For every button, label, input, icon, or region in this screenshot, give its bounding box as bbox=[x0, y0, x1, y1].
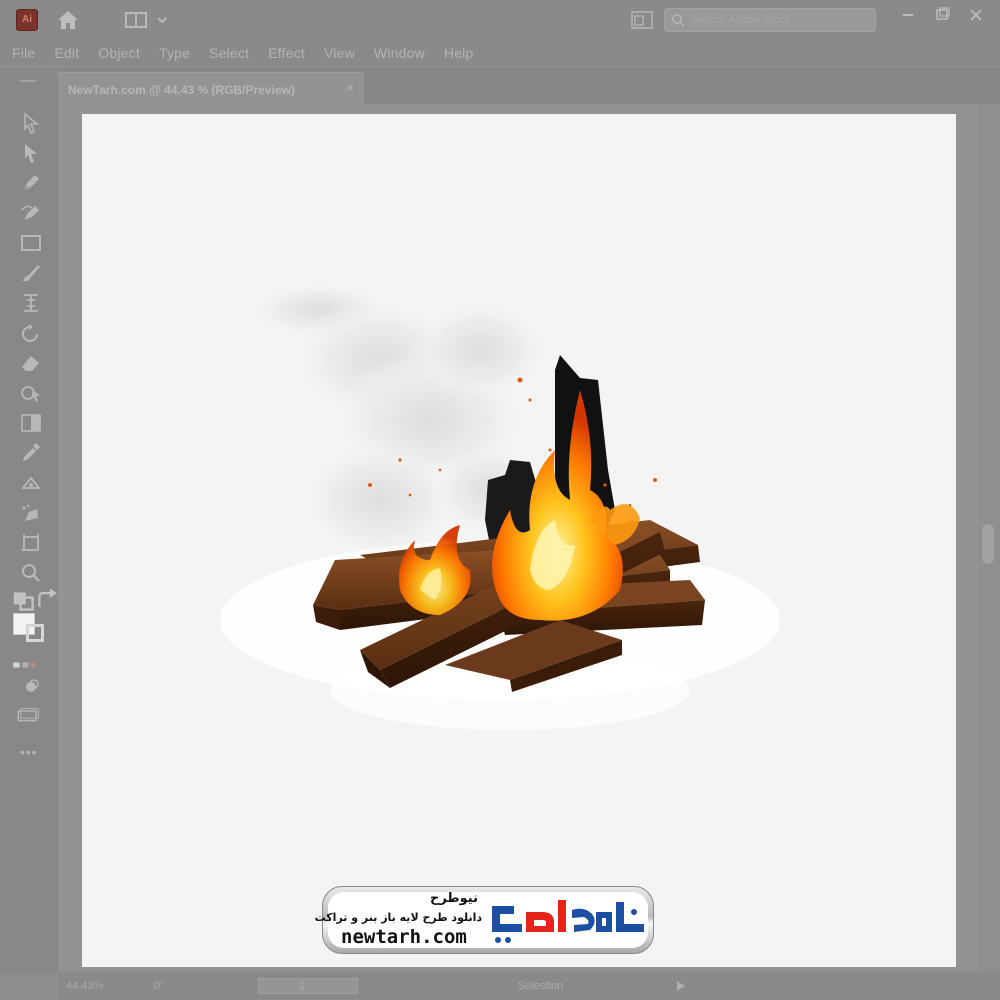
zoom-tool-icon[interactable] bbox=[19, 562, 43, 584]
workspace-switcher[interactable] bbox=[124, 9, 174, 31]
document-tab-bar: NewTarh.com @ 44.43 % (RGB/Preview) × bbox=[58, 68, 1000, 104]
campfire-illustration[interactable] bbox=[210, 270, 790, 770]
menu-file[interactable]: File bbox=[12, 45, 35, 61]
restore-icon[interactable] bbox=[932, 6, 952, 24]
direct-selection-tool-icon[interactable] bbox=[19, 142, 43, 164]
search-stock-field[interactable] bbox=[664, 8, 876, 32]
menu-effect[interactable]: Effect bbox=[268, 45, 305, 61]
stroke-color-swatch[interactable] bbox=[26, 624, 44, 642]
rectangle-tool-icon[interactable] bbox=[19, 232, 43, 254]
menu-view[interactable]: View bbox=[324, 45, 355, 61]
rotate-tool-icon[interactable] bbox=[19, 322, 43, 344]
menu-object[interactable]: Object bbox=[98, 45, 140, 61]
artboard-number: 1 bbox=[299, 980, 306, 992]
menu-type[interactable]: Type bbox=[159, 45, 190, 61]
menu-window[interactable]: Window bbox=[374, 45, 425, 61]
watermark-tagline: دانلود طرح لایه باز بنر و تراکت bbox=[314, 911, 482, 924]
artboard-tool-icon[interactable] bbox=[19, 532, 43, 554]
pen-tool-icon[interactable] bbox=[19, 172, 43, 194]
menu-select[interactable]: Select bbox=[209, 45, 249, 61]
screen-mode-icon[interactable] bbox=[16, 704, 46, 726]
swap-colors-icon[interactable] bbox=[36, 588, 57, 607]
shape-builder-tool-icon[interactable] bbox=[19, 382, 43, 404]
watermark-url: newtarh.com bbox=[341, 926, 467, 948]
more-tools-button[interactable]: ••• bbox=[20, 744, 38, 760]
newtarh-logo bbox=[484, 892, 652, 950]
status-bar: 44.43% 0° 1 Selection bbox=[58, 972, 1000, 1000]
menu-edit[interactable]: Edit bbox=[54, 45, 79, 61]
drawing-mode-icon[interactable] bbox=[20, 676, 44, 698]
selection-tool-icon[interactable] bbox=[19, 112, 43, 134]
eraser-tool-icon[interactable] bbox=[19, 352, 43, 374]
app-logo: Ai bbox=[16, 9, 38, 31]
home-icon[interactable] bbox=[55, 8, 81, 32]
document-tab[interactable]: NewTarh.com @ 44.43 % (RGB/Preview) bbox=[58, 72, 364, 104]
rotation-field[interactable]: 0° bbox=[154, 980, 165, 992]
gradient-tool-icon[interactable] bbox=[19, 412, 43, 434]
search-input[interactable] bbox=[691, 11, 871, 29]
close-tab-icon[interactable]: × bbox=[346, 80, 354, 95]
title-bar: Ai bbox=[0, 0, 1000, 40]
current-tool-label: Selection bbox=[518, 980, 564, 992]
play-icon[interactable] bbox=[676, 979, 686, 991]
watermark-brand-name: نیوطرح bbox=[429, 891, 478, 906]
menu-help[interactable]: Help bbox=[444, 45, 474, 61]
arrange-documents-icon[interactable] bbox=[630, 10, 654, 30]
blend-tool-icon[interactable] bbox=[19, 472, 43, 494]
search-icon bbox=[671, 13, 685, 27]
curvature-tool-icon[interactable] bbox=[19, 202, 43, 224]
artboard-navigator[interactable]: 1 bbox=[258, 978, 358, 994]
zoom-level-field[interactable]: 44.43% bbox=[66, 980, 103, 992]
document-tab-label: NewTarh.com @ 44.43 % (RGB/Preview) bbox=[68, 83, 295, 97]
paintbrush-tool-icon[interactable] bbox=[19, 262, 43, 284]
close-icon[interactable] bbox=[966, 6, 986, 24]
width-tool-icon[interactable] bbox=[19, 292, 43, 314]
tools-panel: ••• bbox=[0, 68, 58, 973]
symbol-sprayer-tool-icon[interactable] bbox=[19, 502, 43, 524]
vertical-scrollbar[interactable] bbox=[978, 104, 1000, 970]
color-mode-icons[interactable] bbox=[12, 654, 50, 668]
eyedropper-tool-icon[interactable] bbox=[19, 442, 43, 464]
default-colors-icon[interactable] bbox=[12, 590, 34, 611]
menu-bar: File Edit Object Type Select Effect View… bbox=[0, 40, 1000, 66]
minimize-icon[interactable] bbox=[898, 6, 918, 24]
panel-collapse-icon[interactable] bbox=[16, 70, 46, 82]
scrollbar-thumb[interactable] bbox=[982, 524, 994, 564]
